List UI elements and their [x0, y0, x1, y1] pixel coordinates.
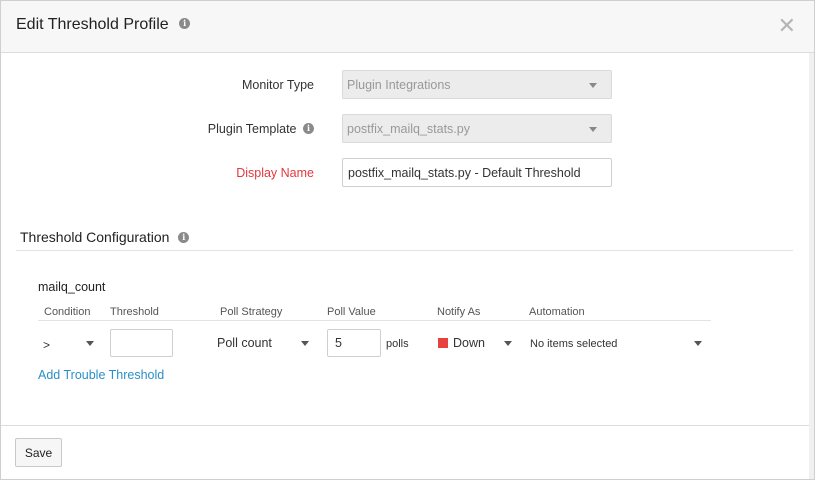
poll-unit-label: polls [386, 338, 409, 350]
plugin-template-row: Plugin Template i postfix_mailq_stats.py [1, 114, 814, 144]
threshold-input[interactable] [110, 329, 173, 357]
close-icon[interactable]: ✕ [778, 15, 796, 37]
plugin-template-value: postfix_mailq_stats.py [347, 122, 470, 136]
display-name-input[interactable] [342, 158, 612, 187]
chevron-down-icon [589, 127, 597, 132]
monitor-type-label: Monitor Type [241, 78, 314, 92]
chevron-down-icon [301, 341, 309, 346]
chevron-down-icon [694, 341, 702, 346]
column-header-poll-strategy: Poll Strategy [220, 306, 283, 318]
display-name-row: Display Name [1, 158, 814, 188]
chevron-down-icon [504, 341, 512, 346]
modal-title-text: Edit Threshold Profile [16, 16, 169, 33]
info-icon[interactable]: i [303, 123, 314, 135]
footer-divider [1, 425, 814, 426]
metric-name: mailq_count [38, 280, 106, 294]
column-header-condition: Condition [44, 306, 91, 318]
monitor-type-row: Monitor Type Plugin Integrations [1, 70, 814, 100]
column-header-threshold: Threshold [110, 306, 159, 318]
section-title-text: Threshold Configuration [20, 229, 170, 245]
monitor-type-value: Plugin Integrations [347, 78, 451, 92]
section-divider [16, 250, 793, 251]
add-trouble-threshold-link[interactable]: Add Trouble Threshold [38, 368, 164, 382]
plugin-template-label-text: Plugin Template [207, 122, 297, 136]
poll-strategy-value: Poll count [217, 336, 272, 350]
column-header-poll-value: Poll Value [327, 306, 376, 318]
chevron-down-icon [589, 83, 597, 88]
info-icon[interactable]: i [178, 231, 190, 243]
plugin-template-label: Plugin Template i [208, 122, 314, 136]
display-name-label: Display Name [236, 166, 314, 180]
table-header-divider [38, 320, 711, 321]
notify-as-value: Down [453, 336, 485, 350]
save-button[interactable]: Save [15, 438, 62, 467]
scrollbar[interactable] [809, 53, 814, 479]
monitor-type-select[interactable]: Plugin Integrations [342, 70, 612, 99]
plugin-template-select[interactable]: postfix_mailq_stats.py [342, 114, 612, 143]
column-header-notify-as: Notify As [437, 306, 481, 318]
poll-value-input[interactable] [327, 329, 381, 357]
status-color-swatch [438, 338, 448, 348]
threshold-configuration-title: Threshold Configuration i [20, 229, 190, 245]
modal-header: Edit Threshold Profile i ✕ [1, 1, 814, 53]
modal-title: Edit Threshold Profile i [16, 16, 191, 34]
info-icon[interactable]: i [179, 18, 191, 30]
column-header-automation: Automation [529, 306, 585, 318]
chevron-down-icon [86, 341, 94, 346]
condition-value: > [43, 338, 51, 352]
edit-threshold-profile-modal: Edit Threshold Profile i ✕ Monitor Type … [0, 0, 815, 480]
automation-value: No items selected [530, 338, 618, 350]
